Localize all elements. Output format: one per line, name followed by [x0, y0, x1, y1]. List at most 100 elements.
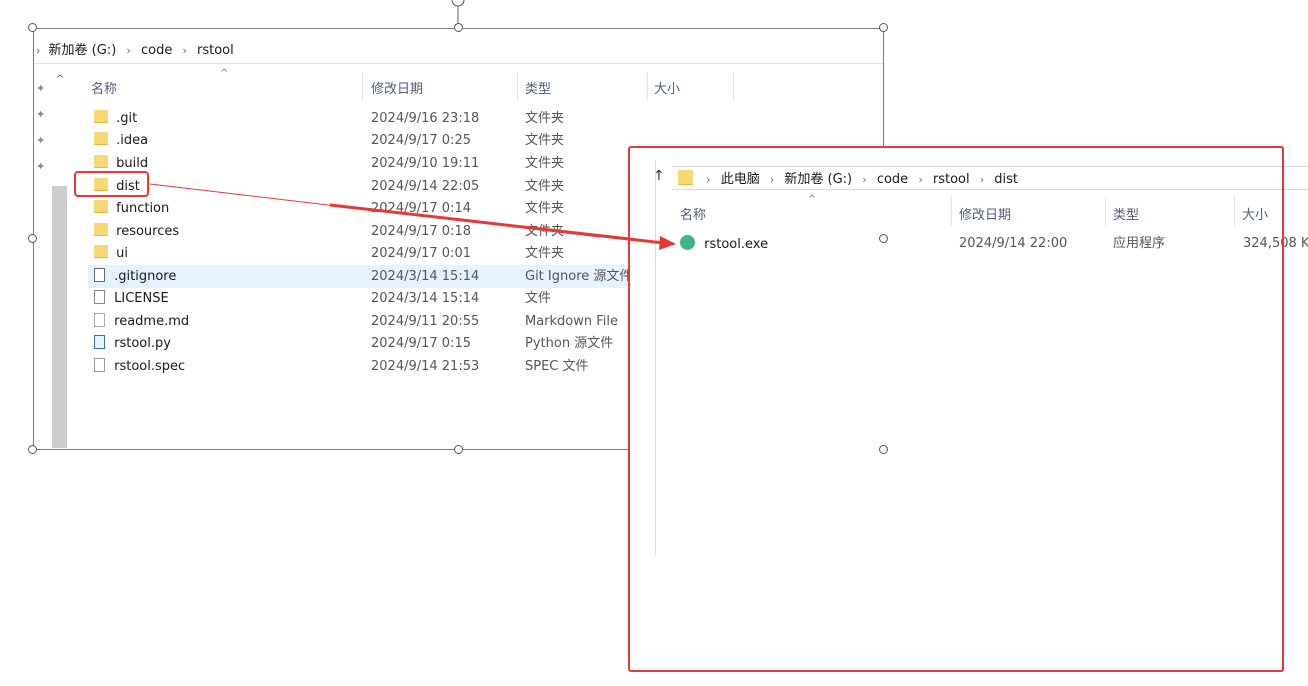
nav-pane-pins: ✦ ✦ ✦ ✦ — [36, 76, 50, 180]
file-type: 文件夹 — [525, 246, 565, 261]
file-type: Python 源文件 — [525, 336, 614, 351]
rotate-handle-icon — [451, 0, 465, 7]
file-modified: 2024/9/17 0:01 — [371, 246, 471, 261]
file-modified: 2024/9/16 23:18 — [371, 111, 480, 126]
folder-icon — [94, 132, 108, 145]
file-type: SPEC 文件 — [525, 359, 589, 374]
resize-handle-bottom[interactable] — [454, 445, 463, 454]
nav-scrollbar[interactable] — [52, 186, 67, 448]
file-modified: 2024/3/14 15:14 — [371, 291, 480, 306]
file-type: 文件夹 — [525, 224, 565, 239]
column-divider — [1234, 196, 1235, 226]
file-modified: 2024/9/17 0:14 — [371, 201, 471, 216]
file-type: 文件夹 — [525, 179, 565, 194]
file-row[interactable]: function — [94, 198, 169, 220]
resize-handle-bottom-right[interactable] — [879, 445, 888, 454]
pin-icon[interactable]: ✦ — [36, 76, 50, 102]
file-name: resources — [116, 224, 180, 239]
column-header-modified[interactable]: 修改日期 — [959, 204, 1011, 223]
folder-icon — [94, 178, 108, 191]
folder-icon — [94, 110, 108, 123]
resize-handle-top-left[interactable] — [28, 23, 37, 32]
file-row[interactable]: rstool.spec — [94, 356, 185, 378]
spec-file-icon — [94, 358, 105, 372]
resize-handle-bottom-left[interactable] — [28, 445, 37, 454]
breadcrumb-item[interactable]: 新加卷 (G:) — [784, 172, 852, 187]
breadcrumb-item[interactable]: code — [141, 43, 172, 58]
column-divider — [1105, 196, 1106, 226]
file-modified: 2024/9/14 22:05 — [371, 179, 480, 194]
file-name: build — [116, 156, 149, 171]
file-row[interactable]: dist — [94, 176, 140, 198]
scroll-up-icon[interactable]: ^ — [54, 74, 66, 85]
pin-icon[interactable]: ✦ — [36, 154, 50, 180]
resize-handle-top-right[interactable] — [879, 23, 888, 32]
breadcrumb-item[interactable]: rstool — [933, 172, 970, 187]
markdown-file-icon — [94, 313, 105, 327]
gitignore-file-icon — [94, 268, 105, 282]
breadcrumb-item[interactable]: 此电脑 — [721, 172, 760, 187]
breadcrumb-divider — [34, 63, 883, 64]
file-modified: 2024/9/14 21:53 — [371, 359, 480, 374]
file-row[interactable]: build — [94, 153, 148, 175]
file-size-text: 324,508 KB — [1243, 236, 1308, 251]
column-divider — [517, 72, 518, 100]
file-name: readme.md — [114, 314, 190, 329]
pin-icon[interactable]: ✦ — [36, 102, 50, 128]
file-type: 文件 — [525, 291, 552, 306]
file-row[interactable]: .git — [94, 108, 137, 130]
file-name: function — [116, 201, 170, 216]
file-modified: 2024/9/17 0:18 — [371, 224, 471, 239]
file-row[interactable]: rstool.exe — [680, 233, 768, 255]
breadcrumb-item[interactable]: 新加卷 (G:) — [49, 43, 117, 58]
column-divider — [647, 72, 648, 100]
file-row[interactable]: .idea — [94, 130, 148, 152]
file-modified: 2024/9/17 0:15 — [371, 336, 471, 351]
file-modified: 2024/9/17 0:25 — [371, 133, 471, 148]
breadcrumb-item[interactable]: dist — [994, 172, 1018, 187]
file-type: Git Ignore 源文件 — [525, 269, 633, 284]
file-row[interactable]: LICENSE — [94, 288, 169, 310]
column-header-size[interactable]: 大小 — [654, 78, 680, 97]
left-breadcrumb: › 新加卷 (G:) › code › rstool — [36, 43, 234, 58]
folder-icon — [94, 245, 108, 258]
file-size: 324,508 KB — [1243, 233, 1308, 255]
breadcrumb-item[interactable]: code — [877, 172, 908, 187]
file-row[interactable]: rstool.py — [94, 333, 171, 355]
column-header-size[interactable]: 大小 — [1242, 204, 1268, 223]
up-arrow-icon[interactable]: ↑ — [653, 168, 665, 184]
column-header-name[interactable]: 名称 — [91, 78, 117, 97]
file-type: 应用程序 — [1113, 236, 1166, 251]
breadcrumb-item[interactable]: rstool — [197, 43, 234, 58]
sort-arrow-icon: ^ — [220, 68, 229, 79]
column-header-name[interactable]: 名称 — [680, 204, 706, 223]
file-modified: 2024/9/14 22:00 — [959, 236, 1068, 251]
column-divider — [362, 72, 363, 100]
exe-app-icon — [680, 235, 695, 250]
right-breadcrumb: › 此电脑 › 新加卷 (G:) › code › rstool › dist — [678, 168, 1018, 188]
file-name: rstool.py — [114, 336, 171, 351]
file-name: .gitignore — [114, 269, 177, 284]
folder-icon — [94, 223, 108, 236]
file-row[interactable]: ui — [94, 243, 128, 265]
file-row[interactable]: readme.md — [94, 311, 189, 333]
pin-icon[interactable]: ✦ — [36, 128, 50, 154]
file-type: 文件夹 — [525, 156, 565, 171]
column-header-modified[interactable]: 修改日期 — [371, 78, 423, 97]
column-header-type[interactable]: 类型 — [1113, 204, 1139, 223]
file-name: ui — [116, 246, 128, 261]
python-file-icon — [94, 335, 105, 349]
file-modified: 2024/9/10 19:11 — [371, 156, 480, 171]
resize-handle-left[interactable] — [28, 234, 37, 243]
column-header-type[interactable]: 类型 — [525, 78, 551, 97]
folder-icon — [94, 200, 108, 213]
file-type: Markdown File — [525, 314, 619, 329]
file-modified: 2024/3/14 15:14 — [371, 269, 480, 284]
resize-handle-top[interactable] — [454, 23, 463, 32]
file-row[interactable]: .gitignore — [94, 266, 176, 288]
sort-arrow-icon: ^ — [808, 194, 817, 205]
file-row[interactable]: resources — [94, 221, 179, 243]
resize-handle-right[interactable] — [879, 234, 888, 243]
file-name: rstool.exe — [704, 237, 769, 252]
file-name: dist — [116, 179, 140, 194]
